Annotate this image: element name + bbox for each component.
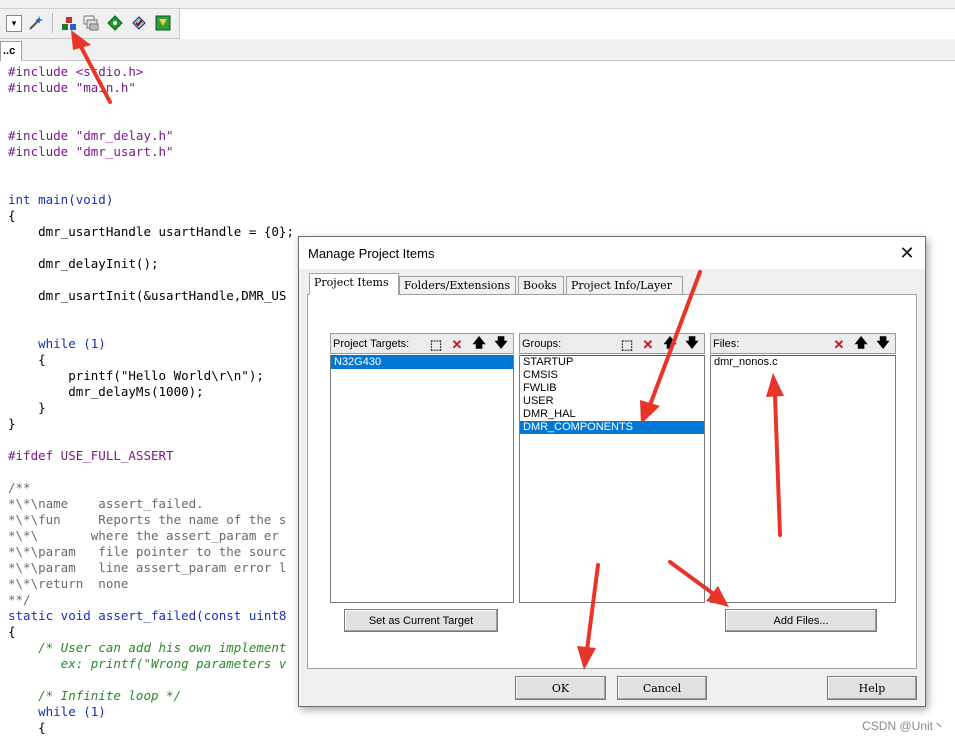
watermark: CSDN @Unit丶 xyxy=(862,719,945,733)
tab-project-items[interactable]: Project Items xyxy=(309,273,399,295)
annotation-arrowhead xyxy=(71,30,91,50)
annotation-arrowhead xyxy=(766,373,784,397)
annotation-arrow xyxy=(585,563,600,652)
annotation-arrowhead xyxy=(577,646,596,670)
annotation-arrow xyxy=(668,560,717,597)
annotation-arrowhead xyxy=(640,400,660,424)
annotation-arrow xyxy=(648,270,702,407)
annotation-arrow xyxy=(773,393,782,537)
annotation-arrows xyxy=(71,30,784,670)
annotation-arrow xyxy=(78,43,112,104)
